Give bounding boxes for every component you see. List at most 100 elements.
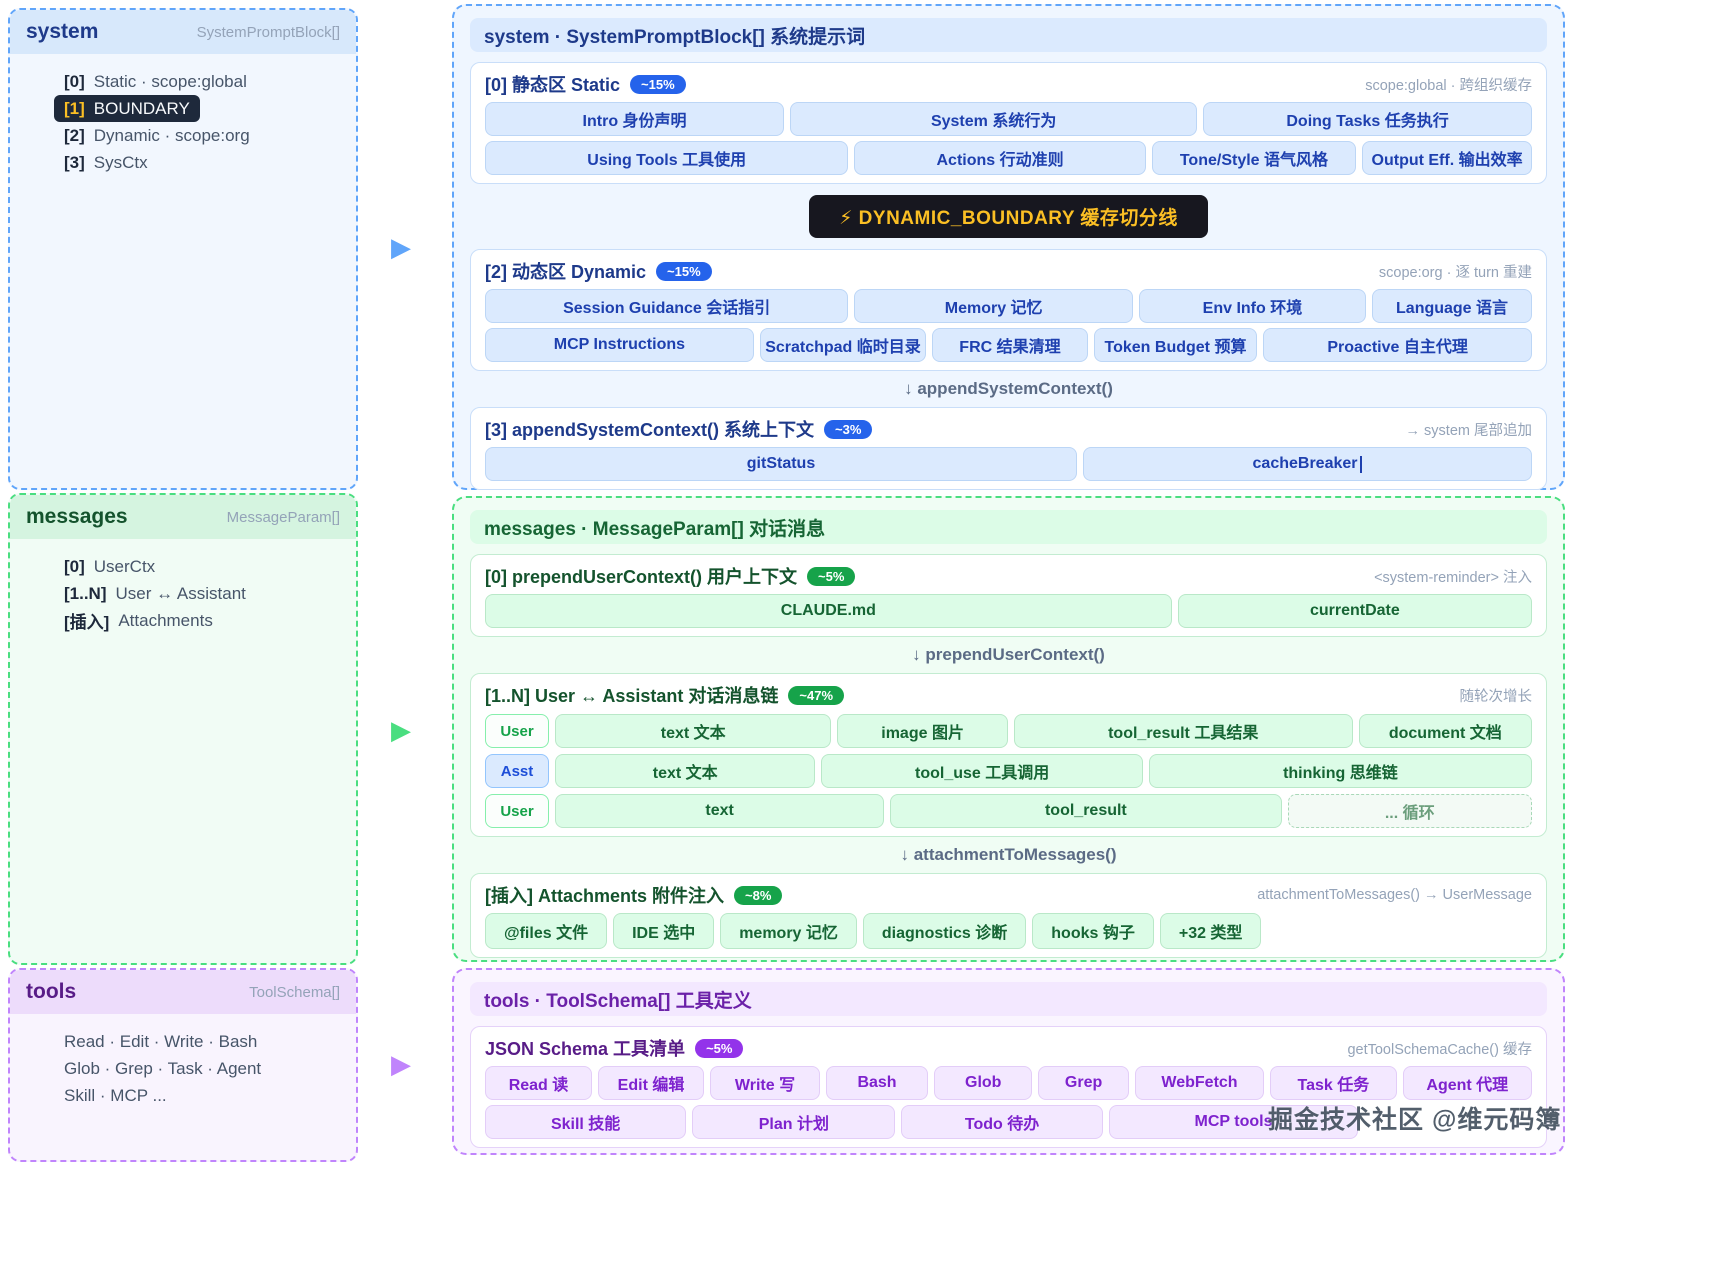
chip-tool-result[interactable]: tool_result 工具结果: [1013, 714, 1353, 748]
attachments-block: [插入] Attachments 附件注入 ~8% attachmentToMe…: [470, 873, 1547, 958]
chip-diagnostics[interactable]: diagnostics 诊断: [862, 913, 1027, 949]
chip-memory[interactable]: Memory 记忆: [854, 289, 1133, 323]
chip-tone-style[interactable]: Tone/Style 语气风格: [1151, 141, 1357, 175]
sidebar-item-skill-mcp[interactable]: Skill · MCP ...: [64, 1082, 342, 1109]
userctx-block-badge: ~5%: [807, 566, 856, 586]
chip-files[interactable]: @files 文件: [485, 913, 608, 949]
static-block-badge: ~15%: [630, 74, 686, 94]
sidebar-item-core-tools[interactable]: Read · Edit · Write · Bash: [64, 1028, 342, 1055]
chip-memory-attachment[interactable]: memory 记忆: [720, 913, 857, 949]
sidebar-item-dynamic[interactable]: [2] Dynamic · scope:org: [64, 122, 342, 149]
sidebar-system-header: system SystemPromptBlock[]: [10, 10, 356, 54]
system-section-header: system · SystemPromptBlock[] 系统提示词: [470, 18, 1547, 52]
chain-block: [1..N] User ↔ Assistant 对话消息链 ~47% 随轮次增长…: [470, 673, 1547, 837]
sidebar-messages-header: messages MessageParam[]: [10, 495, 356, 539]
chip-cachebreaker[interactable]: cacheBreaker: [1083, 447, 1532, 481]
item-label: UserCtx: [93, 556, 156, 576]
sidebar-tools-type: ToolSchema[]: [249, 983, 340, 1001]
chain-row-user-2: User text tool_result ... 循环: [485, 794, 1532, 828]
chip-document[interactable]: document 文档: [1358, 714, 1532, 748]
chip-gitstatus[interactable]: gitStatus: [485, 447, 1078, 481]
chip-claude-md[interactable]: CLAUDE.md: [485, 594, 1172, 628]
item-label: Attachments: [118, 610, 213, 630]
chip-bash[interactable]: Bash: [825, 1066, 929, 1100]
item-index: [0]: [64, 556, 85, 576]
sidebar-item-userctx[interactable]: [0] UserCtx: [64, 553, 342, 580]
messages-section-header: messages · MessageParam[] 对话消息: [470, 510, 1547, 544]
sidebar-item-attachments[interactable]: [插入] Attachments: [64, 607, 342, 634]
watermark: 掘金技术社区 @维元码簿: [1268, 1106, 1562, 1134]
chip-edit[interactable]: Edit 编辑: [598, 1066, 705, 1100]
chain-block-note: 随轮次增长: [1459, 688, 1533, 705]
chip-using-tools[interactable]: Using Tools 工具使用: [485, 141, 849, 175]
json-schema-block-note: getToolSchemaCache() 缓存: [1347, 1041, 1532, 1058]
chip-env-info[interactable]: Env Info 环境: [1138, 289, 1367, 323]
chip-read[interactable]: Read 读: [485, 1066, 592, 1100]
sysctx-block-note: → system 尾部追加: [1405, 422, 1532, 439]
attachments-block-badge: ~8%: [734, 885, 783, 905]
chip-image[interactable]: image 图片: [837, 714, 1008, 748]
sidebar-item-search-tools[interactable]: Glob · Grep · Task · Agent: [64, 1055, 342, 1082]
chip-thinking[interactable]: thinking 思维链: [1148, 754, 1532, 788]
role-chip-user[interactable]: User: [485, 714, 549, 748]
sysctx-block-title: [3] appendSystemContext() 系统上下文: [485, 420, 815, 440]
item-label: Read · Edit · Write · Bash: [64, 1031, 258, 1051]
sidebar-system-type: SystemPromptBlock[]: [196, 23, 340, 41]
chip-intro[interactable]: Intro 身份声明: [485, 102, 785, 136]
role-chip-assistant[interactable]: Asst: [485, 754, 549, 788]
chip-doing-tasks[interactable]: Doing Tasks 任务执行: [1203, 102, 1532, 136]
chip-task[interactable]: Task 任务: [1270, 1066, 1397, 1100]
sysctx-block: [3] appendSystemContext() 系统上下文 ~3% → sy…: [470, 407, 1547, 490]
chip-language[interactable]: Language 语言: [1372, 289, 1533, 323]
sidebar-system-list: [0] Static · scope:global [1] BOUNDARY […: [10, 54, 356, 188]
flow-arrow-icon: ▶: [391, 232, 411, 262]
item-label: BOUNDARY: [93, 98, 190, 118]
chip-token-budget[interactable]: Token Budget 预算: [1093, 328, 1258, 362]
messages-section: messages · MessageParam[] 对话消息 [0] prepe…: [452, 496, 1565, 962]
chip-plan[interactable]: Plan 计划: [692, 1105, 896, 1139]
chip-output-eff[interactable]: Output Eff. 输出效率: [1362, 141, 1532, 175]
chip-agent[interactable]: Agent 代理: [1402, 1066, 1532, 1100]
chain-block-badge: ~47%: [788, 685, 845, 705]
chip-write[interactable]: Write 写: [710, 1066, 820, 1100]
chip-session-guidance[interactable]: Session Guidance 会话指引: [485, 289, 849, 323]
sidebar-system-panel: system SystemPromptBlock[] [0] Static · …: [8, 8, 358, 490]
item-index: [0]: [64, 71, 85, 91]
sidebar-messages-list: [0] UserCtx [1..N] User ↔ Assistant [插入]…: [10, 539, 356, 646]
sidebar-tools-title: tools: [26, 980, 77, 1003]
sidebar-item-user-assistant[interactable]: [1..N] User ↔ Assistant: [64, 580, 342, 607]
chip-todo[interactable]: Todo 待办: [901, 1105, 1103, 1139]
sidebar-item-static[interactable]: [0] Static · scope:global: [64, 68, 342, 95]
sidebar-item-sysctx[interactable]: [3] SysCtx: [64, 149, 342, 176]
sidebar-item-boundary[interactable]: [1] BOUNDARY: [54, 95, 200, 122]
json-schema-block-title: JSON Schema 工具清单: [485, 1039, 686, 1059]
chip-proactive[interactable]: Proactive 自主代理: [1263, 328, 1532, 362]
chip-scratchpad[interactable]: Scratchpad 临时目录: [759, 328, 927, 362]
chip-loop[interactable]: ... 循环: [1287, 794, 1532, 828]
chip-tool-use[interactable]: tool_use 工具调用: [821, 754, 1143, 788]
chip-webfetch[interactable]: WebFetch: [1134, 1066, 1265, 1100]
chip-hooks[interactable]: hooks 钩子: [1032, 913, 1154, 949]
chip-skill[interactable]: Skill 技能: [485, 1105, 687, 1139]
chip-frc[interactable]: FRC 结果清理: [932, 328, 1088, 362]
chip-ide-selection[interactable]: IDE 选中: [613, 913, 715, 949]
chip-actions[interactable]: Actions 行动准则: [854, 141, 1146, 175]
chip-tool-result[interactable]: tool_result: [890, 794, 1282, 828]
sidebar-tools-list: Read · Edit · Write · Bash Glob · Grep ·…: [10, 1014, 356, 1121]
role-chip-user[interactable]: User: [485, 794, 549, 828]
sidebar-messages-panel: messages MessageParam[] [0] UserCtx [1..…: [8, 493, 358, 965]
chip-glob[interactable]: Glob: [934, 1066, 1033, 1100]
chip-text[interactable]: text 文本: [555, 754, 816, 788]
chip-text[interactable]: text 文本: [555, 714, 832, 748]
chip-currentdate[interactable]: currentDate: [1177, 594, 1532, 628]
chip-mcp-instructions[interactable]: MCP Instructions: [485, 328, 754, 362]
chip-system-behavior[interactable]: System 系统行为: [790, 102, 1198, 136]
chip-more-types[interactable]: +32 类型: [1159, 913, 1262, 949]
item-label: Static · scope:global: [93, 71, 247, 91]
json-schema-block-badge: ~5%: [695, 1038, 744, 1058]
chip-text[interactable]: text: [555, 794, 885, 828]
dynamic-block: [2] 动态区 Dynamic ~15% scope:org · 逐 turn …: [470, 249, 1547, 371]
item-index: [3]: [64, 152, 85, 172]
chain-block-title: [1..N] User ↔ Assistant 对话消息链: [485, 686, 779, 706]
chip-grep[interactable]: Grep: [1038, 1066, 1129, 1100]
